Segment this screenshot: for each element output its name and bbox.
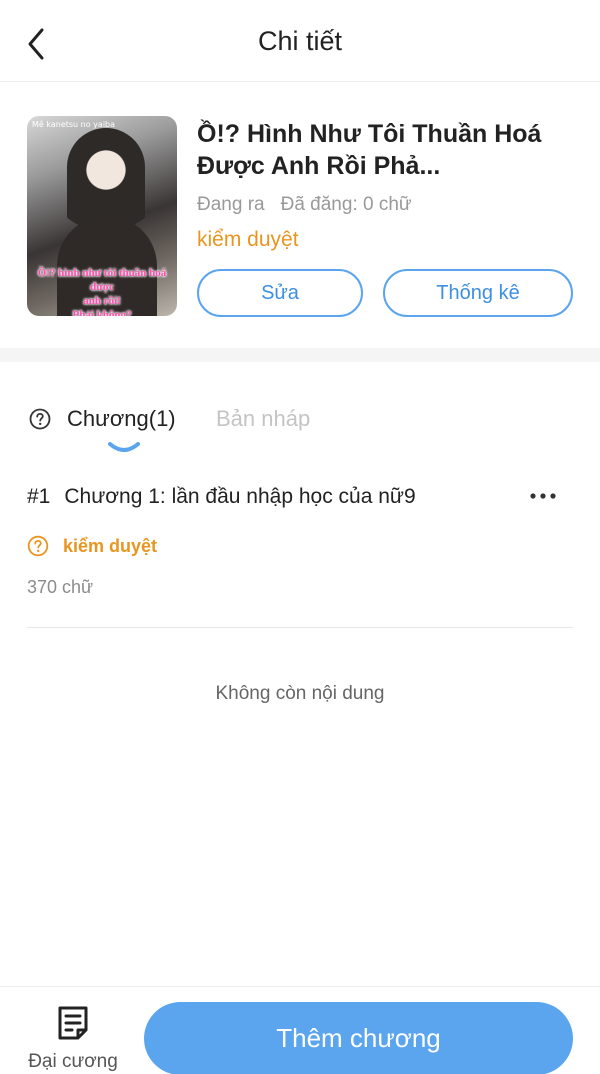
chapter-status-label: kiểm duyệt — [63, 536, 158, 556]
cover-caption: Ồ!? hình như tôi thuần hoá được anh rồi!… — [37, 267, 167, 316]
page-title: Chi tiết — [257, 26, 343, 56]
cover-top-text: Mê kanetsu no yaiba — [32, 120, 116, 129]
more-options-icon[interactable] — [529, 486, 557, 506]
book-title: Ồ!? Hình Như Tôi Thuần Hoá Được Anh Rồi … — [197, 120, 542, 180]
edit-button[interactable]: Sửa — [197, 269, 363, 317]
chapter-word-count: 370 chữ — [27, 577, 94, 597]
book-cover[interactable]: Mê kanetsu no yaiba Ồ!? hình như tôi thu… — [27, 116, 177, 316]
tab-drafts[interactable]: Bản nháp — [216, 406, 310, 432]
statistics-button[interactable]: Thống kê — [383, 269, 573, 317]
book-review-status: kiểm duyệt — [197, 228, 299, 251]
add-chapter-button[interactable]: Thêm chương — [144, 1002, 573, 1074]
bottom-bar: Đại cương Thêm chương — [0, 986, 600, 1074]
active-tab-indicator — [108, 442, 140, 452]
outline-label: Đại cương — [28, 1051, 118, 1072]
chapter-item[interactable]: #1 Chương 1: lần đầu nhập học của nữ9 kiể… — [27, 470, 573, 628]
help-icon — [27, 535, 49, 557]
help-icon[interactable] — [29, 408, 51, 430]
end-of-list-note: Không còn nội dung — [215, 683, 385, 704]
book-status: Đang ra — [197, 194, 265, 215]
document-icon — [58, 1006, 88, 1040]
chapter-number: #1 — [27, 485, 51, 508]
book-meta: Đang ra Đã đăng: 0 chữ — [197, 194, 412, 216]
tab-chapters[interactable]: Chương(1) — [67, 406, 176, 432]
header: Chi tiết — [0, 0, 600, 82]
outline-button[interactable]: Đại cương — [14, 1001, 132, 1073]
book-published-count: Đã đăng: 0 chữ — [280, 194, 412, 215]
chapter-title: Chương 1: lần đầu nhập học của nữ9 — [64, 485, 416, 508]
tab-bar: Chương(1) Bản nháp — [0, 362, 600, 462]
book-info: Mê kanetsu no yaiba Ồ!? hình như tôi thu… — [0, 82, 600, 348]
section-divider — [0, 348, 600, 362]
chapter-title-row: #1 Chương 1: lần đầu nhập học của nữ9 — [27, 485, 416, 509]
